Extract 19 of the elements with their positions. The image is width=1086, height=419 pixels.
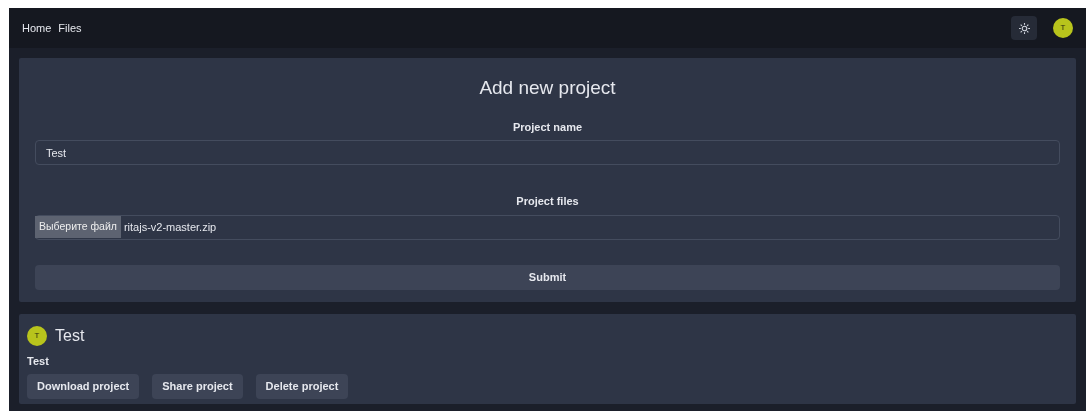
- nav-link[interactable]: Home: [22, 19, 52, 37]
- choose-file-button[interactable]: Выберите файл: [35, 216, 121, 238]
- project-action-button[interactable]: Download project: [27, 373, 140, 399]
- user-avatar[interactable]: T: [1053, 18, 1073, 38]
- project-action-button[interactable]: Share project: [152, 373, 243, 399]
- file-name: ritajs-v2-master.zip: [123, 219, 217, 235]
- form-title: Add new project: [478, 76, 617, 100]
- submit-button[interactable]: Submit: [35, 264, 1060, 290]
- project-avatar: T: [27, 326, 47, 346]
- theme-toggle-button[interactable]: [1011, 16, 1037, 40]
- project-action-button[interactable]: Delete project: [255, 373, 349, 399]
- field-label: Project files: [515, 194, 580, 209]
- sun-icon: [1018, 22, 1030, 34]
- nav-link[interactable]: Files: [58, 19, 82, 37]
- file-field[interactable]: Выберите файл ritajs-v2-master.zip: [35, 214, 1060, 240]
- project-title: Test: [55, 326, 85, 346]
- field-label: Project name: [511, 119, 584, 135]
- project-name-field[interactable]: Test: [35, 140, 1060, 165]
- project-description: Test: [27, 354, 50, 369]
